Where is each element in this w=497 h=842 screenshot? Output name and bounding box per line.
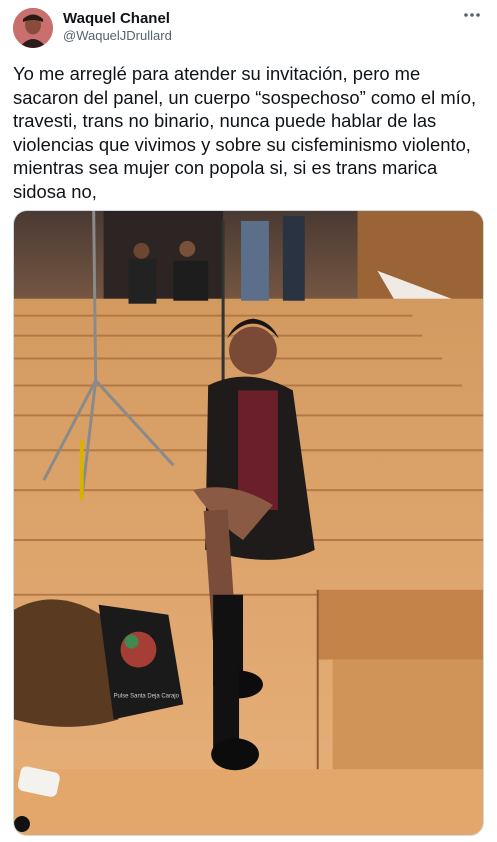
photo-scene: Pulse Santa Deja Carajo (14, 211, 483, 835)
more-options-button[interactable] (461, 10, 483, 24)
avatar[interactable] (13, 8, 53, 48)
avatar-image (13, 8, 53, 48)
bags: Pulse Santa Deja Carajo (14, 599, 184, 727)
tweet-text: Yo me arreglé para atender su invitación… (13, 63, 482, 202)
author-block[interactable]: Waquel Chanel @WaquelJDrullard (63, 10, 172, 44)
bag-print-text: Pulse Santa Deja Carajo (114, 693, 180, 699)
ellipsis-icon (464, 13, 480, 17)
tweet-photo[interactable]: Pulse Santa Deja Carajo (13, 210, 484, 836)
display-name[interactable]: Waquel Chanel (63, 10, 172, 28)
handle[interactable]: @WaquelJDrullard (63, 28, 172, 44)
tweet[interactable]: Waquel Chanel @WaquelJDrullard Yo me arr… (0, 0, 497, 842)
